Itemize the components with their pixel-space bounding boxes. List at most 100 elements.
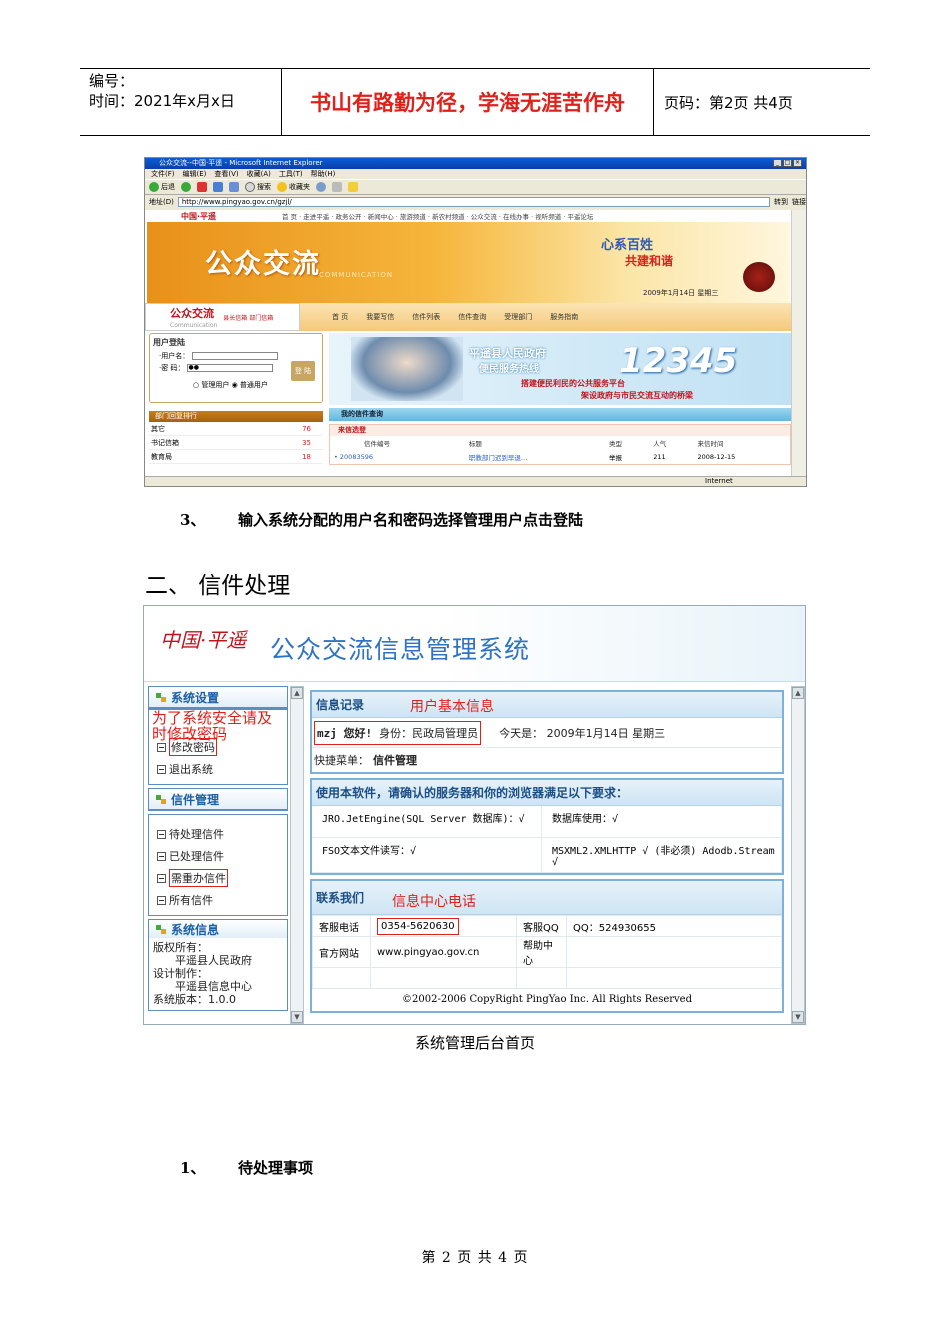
requirements-header: 使用本软件，请确认的服务器和你的浏览器满足以下要求： bbox=[312, 780, 782, 806]
address-bar: 地址(D) http://www.pingyao.gov.cn/gzjl/ 转到… bbox=[145, 195, 806, 208]
password-annotation: 为了系统安全请及时修改密码 bbox=[152, 709, 273, 743]
maximize-icon[interactable]: □ bbox=[783, 159, 792, 167]
home-icon bbox=[229, 182, 239, 192]
address-input[interactable]: http://www.pingyao.gov.cn/gzjl/ bbox=[177, 196, 770, 207]
sidebar-scrollbar[interactable]: ▲ ▼ bbox=[290, 686, 304, 1024]
menu-view[interactable]: 查看(V) bbox=[214, 169, 238, 179]
letter-mgmt-items: 待处理信件 已处理信件 需重办信件 所有信件 bbox=[148, 814, 288, 916]
qq-value: QQ：524930655 bbox=[566, 915, 782, 937]
mail-button[interactable] bbox=[332, 182, 342, 192]
col-views: 人气 bbox=[653, 440, 667, 448]
requirements-grid: JRO.JetEngine(SQL Server 数据库)：√ 数据库使用：√ … bbox=[312, 806, 782, 873]
menu-list[interactable]: 信件列表 bbox=[412, 312, 440, 322]
menu-write[interactable]: 我要写信 bbox=[366, 312, 394, 322]
minimize-icon[interactable]: _ bbox=[773, 159, 782, 167]
media-button[interactable] bbox=[316, 182, 326, 192]
folder-button[interactable] bbox=[348, 182, 358, 192]
scroll-down-icon[interactable]: ▼ bbox=[792, 1011, 804, 1023]
sys-settings-header[interactable]: 系统设置 bbox=[149, 687, 287, 708]
banner-slogan-2: 共建和谐 bbox=[625, 254, 674, 268]
search-label: 搜索 bbox=[257, 183, 271, 191]
menu-edit[interactable]: 编辑(E) bbox=[183, 169, 207, 179]
my-letters-bar[interactable]: 我的信件查询 bbox=[329, 408, 791, 421]
sidebar-item-logout[interactable]: 退出系统 bbox=[157, 758, 287, 780]
scroll-up-icon[interactable]: ▲ bbox=[291, 687, 303, 699]
redo-label: 需重办信件 bbox=[169, 869, 228, 887]
sidebar-item-all[interactable]: 所有信件 bbox=[157, 889, 287, 911]
scroll-down-icon[interactable]: ▼ bbox=[291, 1011, 303, 1023]
window-buttons: _ □ × bbox=[773, 159, 802, 167]
go-button[interactable]: 转到 bbox=[774, 197, 788, 207]
collapse-icon bbox=[157, 829, 166, 839]
menu-guide[interactable]: 服务指南 bbox=[550, 312, 578, 322]
quick-menu-link[interactable]: 信件管理 bbox=[373, 752, 417, 768]
empty-cell bbox=[516, 967, 567, 989]
back-button[interactable]: 后退 bbox=[149, 182, 175, 192]
all-label: 所有信件 bbox=[169, 894, 213, 907]
letter-title[interactable]: 职教部门迟到早退… bbox=[465, 450, 605, 464]
browser-toolbar: 后退 搜索 收藏夹 bbox=[145, 179, 806, 195]
menu-help[interactable]: 帮助(H) bbox=[311, 169, 336, 179]
menu-favorites[interactable]: 收藏(A) bbox=[247, 169, 271, 179]
username-label: ·用户名： bbox=[159, 352, 190, 360]
banner-title: 公众交流 bbox=[205, 249, 321, 280]
brand-subtitle: Communication bbox=[170, 322, 218, 329]
menu-query[interactable]: 信件查询 bbox=[458, 312, 486, 322]
rank-title: 部门回复排行 bbox=[149, 411, 323, 422]
refresh-icon bbox=[213, 182, 223, 192]
rank-box: 部门回复排行 其它 76 书记信箱 35 教育局 18 bbox=[149, 411, 323, 464]
letters-icon bbox=[155, 793, 167, 805]
table-row: 官方网站 www.pingyao.gov.cn 帮助中心 bbox=[312, 936, 782, 968]
sidebar-item-redo[interactable]: 需重办信件 bbox=[157, 867, 287, 889]
sidebar-item-pending[interactable]: 待处理信件 bbox=[157, 823, 287, 845]
banner-date: 2009年1月14日 星期三 bbox=[643, 289, 719, 297]
home-button[interactable] bbox=[229, 182, 239, 192]
page-header: 编号： 时间：2021年x月x日 书山有路勤为径，学海无涯苦作舟 页码：第2页 … bbox=[80, 68, 870, 136]
password-input[interactable]: ●● bbox=[187, 364, 274, 372]
stop-button[interactable] bbox=[197, 182, 207, 192]
record-title: 信息记录 bbox=[316, 698, 365, 712]
step-1: 1、 待处理事项 bbox=[180, 1157, 313, 1178]
radio-normal-icon[interactable]: ◉ bbox=[232, 381, 238, 389]
site-nav[interactable]: 首 页 · 走进平遥 · 政务公开 · 新闻中心 · 旅游频道 · 新农村频道 … bbox=[282, 211, 593, 221]
favorites-button[interactable]: 收藏夹 bbox=[277, 182, 310, 192]
sidebar-item-processed[interactable]: 已处理信件 bbox=[157, 845, 287, 867]
scroll-up-icon[interactable]: ▲ bbox=[792, 687, 804, 699]
letters-tab[interactable]: 来信选登 bbox=[330, 425, 790, 436]
browser-page: 中国·平遥 首 页 · 走进平遥 · 政务公开 · 新闻中心 · 旅游频道 · … bbox=[145, 210, 792, 478]
menu-file[interactable]: 文件(F) bbox=[151, 169, 175, 179]
empty-cell bbox=[370, 967, 517, 989]
letters-table: 信件编号 标题 类型 人气 来信时间 • 20083596 职教部门迟到早退… … bbox=[330, 436, 790, 464]
menu-home[interactable]: 首 页 bbox=[332, 312, 348, 322]
main-scrollbar[interactable]: ▲ ▼ bbox=[791, 686, 805, 1024]
rank-name: 其它 bbox=[151, 424, 165, 433]
rank-count: 18 bbox=[302, 452, 311, 461]
site-menu-row: 公众交流 Communication 县长信箱 部门信箱 首 页 我要写信 信件… bbox=[145, 303, 792, 331]
forward-button[interactable] bbox=[181, 182, 191, 192]
close-icon[interactable]: × bbox=[793, 159, 802, 167]
login-box: 用户登陆 ·用户名： ·密 码： ●● 登 陆 ○ 管理用户 ◉ 普通用户 bbox=[149, 333, 323, 403]
user-greeting: mzj 您好! bbox=[317, 726, 373, 740]
banner-slogan-1: 心系百姓 bbox=[601, 238, 654, 253]
menu-tools[interactable]: 工具(T) bbox=[279, 169, 303, 179]
help-link[interactable]: 帮助中心 bbox=[516, 936, 567, 968]
login-button[interactable]: 登 陆 bbox=[291, 361, 315, 381]
rank-row[interactable]: 书记信箱 35 bbox=[149, 436, 323, 450]
search-button[interactable]: 搜索 bbox=[245, 182, 271, 192]
browser-scrollbar[interactable] bbox=[791, 210, 806, 478]
menu-dept[interactable]: 受理部门 bbox=[504, 312, 532, 322]
table-row[interactable]: • 20083596 职教部门迟到早退… 举报 211 2008-12-15 bbox=[330, 450, 790, 464]
letter-date: 2008-12-15 bbox=[697, 453, 736, 461]
rank-row[interactable]: 教育局 18 bbox=[149, 450, 323, 464]
username-input[interactable] bbox=[192, 352, 279, 360]
site-link[interactable]: www.pingyao.gov.cn bbox=[370, 936, 517, 968]
brand-side[interactable]: 县长信箱 部门信箱 bbox=[223, 313, 273, 322]
refresh-button[interactable] bbox=[213, 182, 223, 192]
logout-label: 退出系统 bbox=[169, 763, 213, 776]
rank-row[interactable]: 其它 76 bbox=[149, 422, 323, 436]
letter-mgmt-header[interactable]: 信件管理 bbox=[149, 789, 287, 810]
radio-admin-icon[interactable]: ○ bbox=[193, 381, 199, 389]
letter-no[interactable]: • 20083596 bbox=[330, 450, 465, 464]
links-button[interactable]: 链接 bbox=[792, 197, 806, 207]
status-zone: Internet bbox=[705, 477, 733, 485]
